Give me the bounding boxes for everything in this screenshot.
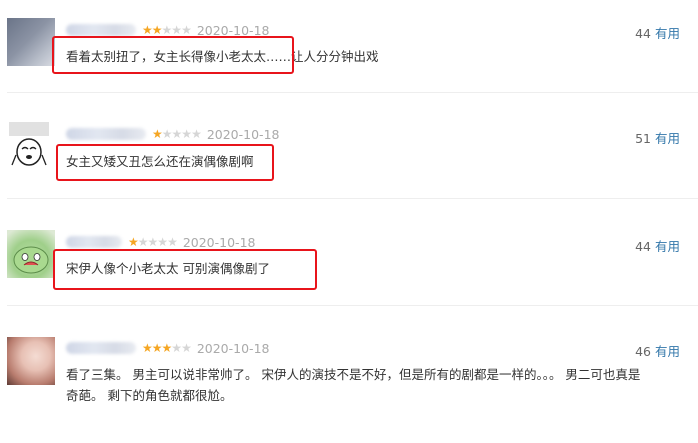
rating-stars: ★ ★ ★ ★ ★ xyxy=(128,235,178,249)
review-date: 2020-10-18 xyxy=(182,234,256,250)
vote-count: 51 xyxy=(635,131,651,146)
avatar[interactable] xyxy=(7,18,55,66)
avatar[interactable] xyxy=(7,337,55,385)
useful-vote[interactable]: 46 有用 xyxy=(635,341,680,360)
vote-count: 44 xyxy=(635,239,651,254)
avatar[interactable] xyxy=(7,230,55,278)
username[interactable] xyxy=(66,128,146,140)
review-meta: ★ ★ ★ ★ ★ 2020-10-18 xyxy=(66,234,255,250)
rating-stars: ★ ★ ★ ★ ★ xyxy=(142,341,192,355)
useful-vote[interactable]: 44 有用 xyxy=(635,23,680,42)
useful-vote[interactable]: 51 有用 xyxy=(635,128,680,147)
review-date: 2020-10-18 xyxy=(206,126,280,142)
meme-face-icon xyxy=(9,122,49,166)
useful-button[interactable]: 有用 xyxy=(655,344,680,359)
highlight-box xyxy=(56,144,274,181)
username[interactable] xyxy=(66,342,136,354)
review-content: 看了三集。 男主可以说非常帅了。 宋伊人的演技不是不好，但是所有的剧都是一样的。… xyxy=(66,364,686,406)
divider xyxy=(7,305,698,306)
highlight-box xyxy=(53,249,317,290)
useful-vote[interactable]: 44 有用 xyxy=(635,236,680,255)
vote-count: 46 xyxy=(635,344,651,359)
cartoon-face-icon xyxy=(13,246,49,274)
divider xyxy=(7,92,698,93)
useful-button[interactable]: 有用 xyxy=(655,26,680,41)
rating-stars: ★ ★ ★ ★ ★ xyxy=(152,127,202,141)
review-content-line: 奇葩。 剩下的角色就都很尬。 xyxy=(66,388,233,403)
vote-count: 44 xyxy=(635,26,651,41)
review-meta: ★ ★ ★ ★ ★ 2020-10-18 xyxy=(66,126,279,142)
divider xyxy=(7,198,698,199)
useful-button[interactable]: 有用 xyxy=(655,131,680,146)
username[interactable] xyxy=(66,236,122,248)
review-content-line: 看了三集。 男主可以说非常帅了。 宋伊人的演技不是不好，但是所有的剧都是一样的。… xyxy=(66,367,641,382)
highlight-box xyxy=(52,36,294,74)
useful-button[interactable]: 有用 xyxy=(655,239,680,254)
rating-stars: ★ ★ ★ ★ ★ xyxy=(142,23,192,37)
username[interactable] xyxy=(66,24,136,36)
review-meta: ★ ★ ★ ★ ★ 2020-10-18 xyxy=(66,340,269,356)
review-date: 2020-10-18 xyxy=(196,340,270,356)
avatar[interactable] xyxy=(7,122,55,170)
